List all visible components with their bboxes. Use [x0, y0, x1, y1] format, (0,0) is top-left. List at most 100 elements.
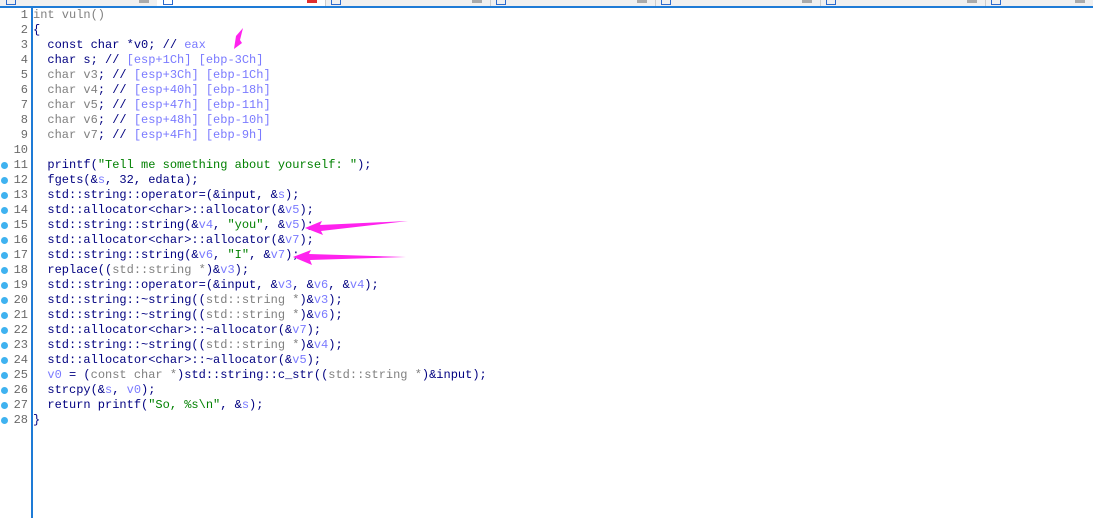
- breakpoint-marker-icon[interactable]: [1, 252, 8, 259]
- arrow-annotation-top: [234, 28, 243, 49]
- code-line[interactable]: std::string::operator=(&input, &v3, &v6,…: [33, 278, 379, 293]
- breakpoint-marker-icon[interactable]: [1, 417, 8, 424]
- tab-icon: [661, 0, 671, 5]
- breakpoint-marker-icon[interactable]: [1, 312, 8, 319]
- code-line[interactable]: char v3; // [esp+3Ch] [ebp-1Ch]: [33, 68, 271, 83]
- code-token: = (: [61, 368, 91, 382]
- code-token: );: [249, 398, 264, 412]
- code-token: [esp+4Fh] [ebp-9h]: [133, 128, 264, 142]
- breakpoint-marker-icon[interactable]: [1, 162, 8, 169]
- breakpoint-marker-icon[interactable]: [1, 402, 8, 409]
- code-line[interactable]: std::string::operator=(&input, &s);: [33, 188, 299, 203]
- code-token: ; //: [97, 83, 134, 97]
- close-icon[interactable]: [472, 0, 482, 3]
- breakpoint-marker-icon[interactable]: [1, 357, 8, 364]
- code-line[interactable]: char v4; // [esp+40h] [ebp-18h]: [33, 83, 271, 98]
- line-number: 6: [20, 83, 28, 97]
- code-line[interactable]: v0 = (const char *)std::string::c_str((s…: [33, 368, 486, 383]
- code-token: );: [328, 293, 343, 307]
- code-token: [esp+1Ch] [ebp-3Ch]: [126, 53, 264, 67]
- breakpoint-marker-icon[interactable]: [1, 267, 8, 274]
- tab[interactable]: [985, 0, 1093, 6]
- code-token: std::string *: [328, 368, 422, 382]
- code-line[interactable]: int vuln(): [33, 8, 105, 23]
- code-token: eax: [184, 38, 206, 52]
- tab-icon: [331, 0, 341, 5]
- code-line[interactable]: std::string::string(&v6, "I", &v7);: [33, 248, 299, 263]
- close-icon[interactable]: [307, 0, 317, 3]
- tab[interactable]: [655, 0, 821, 6]
- code-token: , 32, edata);: [105, 173, 199, 187]
- code-line[interactable]: char v5; // [esp+47h] [ebp-11h]: [33, 98, 270, 113]
- code-token: );: [141, 383, 156, 397]
- tab[interactable]: [490, 0, 656, 6]
- code-token: );: [328, 308, 343, 322]
- breakpoint-marker-icon[interactable]: [1, 297, 8, 304]
- close-icon[interactable]: [637, 0, 647, 3]
- code-token: )std::string::c_str((: [177, 368, 329, 382]
- close-icon[interactable]: [967, 0, 977, 3]
- breakpoint-marker-icon[interactable]: [1, 342, 8, 349]
- breakpoint-marker-icon[interactable]: [1, 327, 8, 334]
- code-token: [esp+40h] [ebp-18h]: [133, 83, 271, 97]
- line-number: 5: [20, 68, 28, 82]
- code-line[interactable]: replace((std::string *)&v3);: [33, 263, 249, 278]
- code-token: std::string::~string((: [33, 308, 206, 322]
- breakpoint-marker-icon[interactable]: [1, 207, 8, 214]
- code-line[interactable]: std::allocator<char>::~allocator(&v5);: [33, 353, 321, 368]
- breakpoint-marker-icon[interactable]: [1, 222, 8, 229]
- code-line[interactable]: strcpy(&s, v0);: [33, 383, 155, 398]
- code-token: s: [277, 188, 286, 202]
- code-line[interactable]: std::string::~string((std::string *)&v6)…: [33, 308, 343, 323]
- code-token: char v4: [33, 83, 98, 97]
- code-line[interactable]: const char *v0; // eax: [33, 38, 206, 53]
- code-line[interactable]: std::allocator<char>::allocator(&v5);: [33, 203, 313, 218]
- close-icon[interactable]: [139, 0, 149, 3]
- code-line[interactable]: std::allocator<char>::~allocator(&v7);: [33, 323, 321, 338]
- code-line[interactable]: {: [33, 23, 40, 38]
- line-number: 7: [20, 98, 28, 112]
- code-token: );: [328, 338, 343, 352]
- code-token: [esp+3Ch] [ebp-1Ch]: [133, 68, 271, 82]
- code-token: char s; //: [33, 53, 127, 67]
- code-token: ; //: [97, 98, 134, 112]
- code-token: , &: [328, 278, 350, 292]
- close-icon[interactable]: [1075, 0, 1085, 3]
- code-line[interactable]: return printf("So, %s\n", &s);: [33, 398, 263, 413]
- breakpoint-marker-icon[interactable]: [1, 177, 8, 184]
- code-token: );: [357, 158, 372, 172]
- code-token: std::allocator<char>::~allocator(&: [33, 323, 293, 337]
- code-token: , &: [292, 278, 314, 292]
- tab-icon: [163, 0, 173, 5]
- code-line[interactable]: char v6; // [esp+48h] [ebp-10h]: [33, 113, 270, 128]
- code-token: {: [33, 23, 41, 37]
- tab[interactable]: [820, 0, 986, 6]
- code-line[interactable]: std::allocator<char>::allocator(&v7);: [33, 233, 313, 248]
- breakpoint-marker-icon[interactable]: [1, 282, 8, 289]
- breakpoint-marker-icon[interactable]: [1, 387, 8, 394]
- code-line[interactable]: std::string::string(&v4, "you", &v5);: [33, 218, 314, 233]
- code-token: v3: [313, 293, 329, 307]
- tab[interactable]: [157, 0, 326, 6]
- breakpoint-marker-icon[interactable]: [1, 237, 8, 244]
- code-line[interactable]: }: [33, 413, 40, 428]
- close-icon[interactable]: [802, 0, 812, 3]
- tab[interactable]: [0, 0, 158, 6]
- code-token: );: [364, 278, 379, 292]
- code-line[interactable]: std::string::~string((std::string *)&v3)…: [33, 293, 343, 308]
- code-token: );: [306, 353, 322, 367]
- code-token: );: [299, 218, 314, 232]
- breakpoint-marker-icon[interactable]: [1, 372, 8, 379]
- code-token: ; //: [97, 128, 134, 142]
- code-token: v0: [126, 383, 142, 397]
- code-line[interactable]: printf("Tell me something about yourself…: [33, 158, 371, 173]
- code-line[interactable]: char v7; // [esp+4Fh] [ebp-9h]: [33, 128, 263, 143]
- code-line[interactable]: char s; // [esp+1Ch] [ebp-3Ch]: [33, 53, 263, 68]
- code-token: v7: [292, 323, 307, 337]
- tab[interactable]: [325, 0, 491, 6]
- code-line[interactable]: std::string::~string((std::string *)&v4)…: [33, 338, 343, 353]
- code-line[interactable]: fgets(&s, 32, edata);: [33, 173, 199, 188]
- breakpoint-marker-icon[interactable]: [1, 192, 8, 199]
- code-token: const char *: [90, 368, 178, 382]
- code-token: , &: [263, 218, 286, 232]
